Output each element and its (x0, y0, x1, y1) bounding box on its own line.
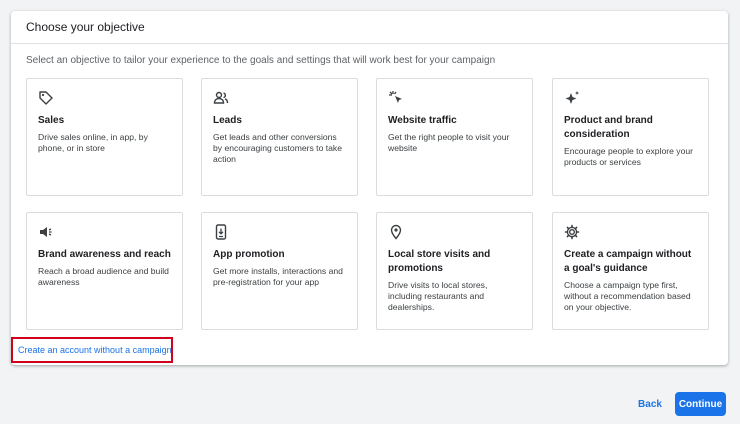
continue-button[interactable]: Continue (675, 392, 726, 416)
gear-icon (564, 224, 580, 240)
objective-description: Encourage people to explore your product… (564, 146, 693, 167)
objective-title: Create a campaign without a goal's guida… (564, 249, 692, 274)
objective-title: Product and brand consideration (564, 115, 653, 140)
objective-tile-sales[interactable]: Sales Drive sales online, in app, by pho… (26, 78, 183, 196)
objective-description: Drive sales online, in app, by phone, or… (38, 132, 148, 153)
location-pin-icon (388, 224, 404, 240)
objective-tile-product-brand-consideration[interactable]: Product and brand consideration Encourag… (552, 78, 709, 196)
objective-title: Leads (213, 115, 242, 126)
megaphone-icon (38, 224, 54, 240)
objective-tile-website-traffic[interactable]: Website traffic Get the right people to … (376, 78, 533, 196)
page-title: Choose your objective (26, 20, 145, 34)
objective-description: Drive visits to local stores, including … (388, 280, 488, 312)
objective-title: App promotion (213, 249, 285, 260)
create-account-highlight: Create an account without a campaign (11, 337, 173, 363)
create-account-without-campaign-link[interactable]: Create an account without a campaign (18, 345, 172, 355)
objective-tile-no-goal-guidance[interactable]: Create a campaign without a goal's guida… (552, 212, 709, 330)
objective-description: Get the right people to visit your websi… (388, 132, 510, 153)
phone-download-icon (213, 224, 229, 240)
objective-description: Get more installs, interactions and pre-… (213, 266, 343, 287)
objective-title: Sales (38, 115, 65, 126)
intro-text: Select an objective to tailor your exper… (26, 55, 496, 66)
objective-description: Get leads and other conversions by encou… (213, 132, 342, 164)
objective-title: Local store visits and promotions (388, 249, 491, 274)
tag-icon (38, 90, 54, 106)
objective-description: Reach a broad audience and build awarene… (38, 266, 169, 287)
objective-tile-leads[interactable]: Leads Get leads and other conversions by… (201, 78, 358, 196)
objective-title: Website traffic (388, 115, 457, 126)
objective-tile-local-store-visits[interactable]: Local store visits and promotions Drive … (376, 212, 533, 330)
objective-description: Choose a campaign type first, without a … (564, 280, 691, 312)
cursor-click-icon (388, 90, 404, 106)
sparkle-icon (564, 90, 580, 106)
objective-tile-brand-awareness[interactable]: Brand awareness and reach Reach a broad … (26, 212, 183, 330)
back-button[interactable]: Back (630, 393, 670, 415)
objective-tile-app-promotion[interactable]: App promotion Get more installs, interac… (201, 212, 358, 330)
objective-card: Choose your objective Select an objectiv… (11, 11, 728, 365)
people-icon (213, 90, 229, 106)
objective-title: Brand awareness and reach (38, 249, 171, 260)
card-header: Choose your objective (11, 11, 728, 44)
